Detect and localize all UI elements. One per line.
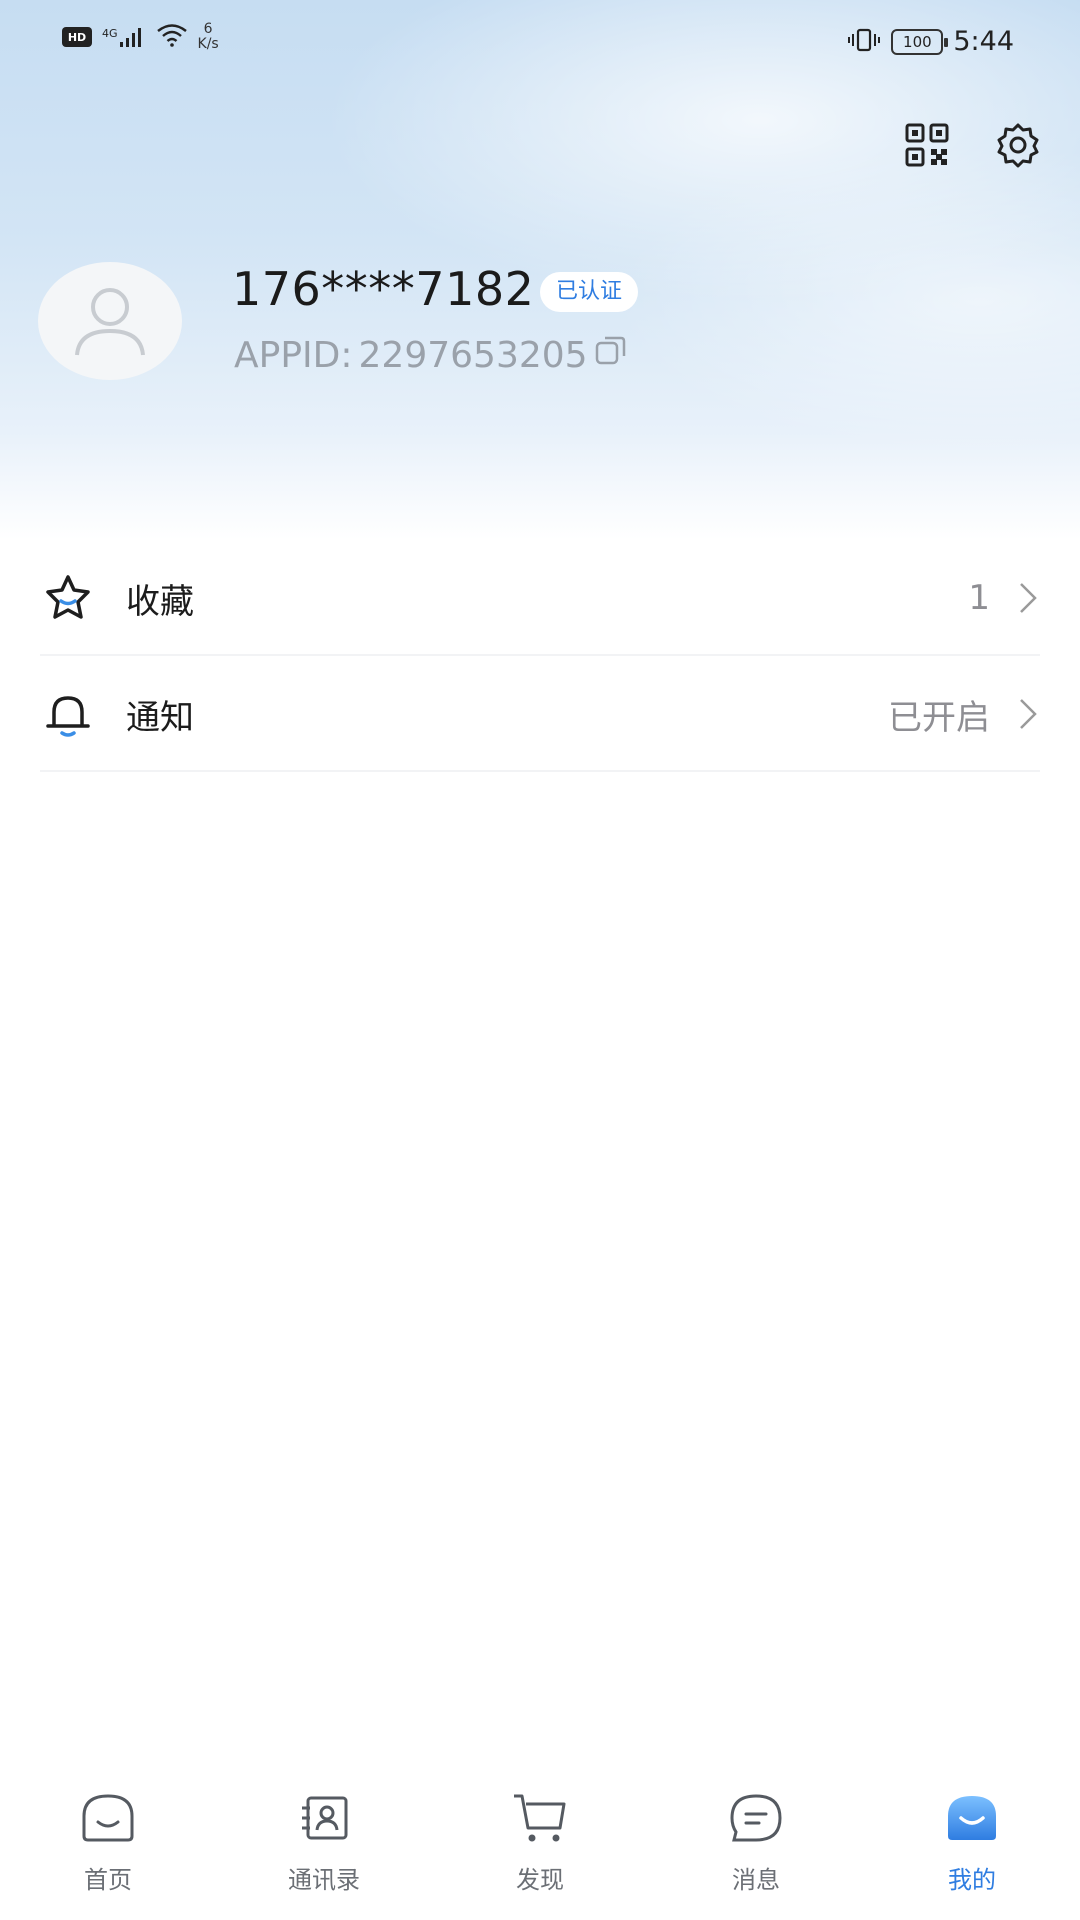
menu-item-right: 1 bbox=[968, 578, 1040, 618]
hd-badge: HD bbox=[62, 27, 92, 47]
speed-unit: K/s bbox=[197, 36, 219, 52]
network-speed: 6 K/s bbox=[198, 22, 219, 52]
menu-item-label: 通知 bbox=[126, 697, 194, 738]
profile-icon bbox=[940, 1786, 1004, 1850]
notification-status: 已开启 bbox=[888, 697, 990, 738]
bottom-nav: 首页 通讯录 发现 消息 我的 bbox=[0, 1770, 1080, 1920]
network-type: 4G bbox=[102, 27, 118, 40]
message-icon bbox=[724, 1786, 788, 1850]
copy-icon[interactable] bbox=[594, 334, 628, 377]
vibrate-icon bbox=[847, 28, 881, 56]
battery-icon: 100 bbox=[891, 28, 949, 55]
divider bbox=[40, 770, 1040, 772]
nav-item-messages[interactable]: 消息 bbox=[686, 1770, 826, 1920]
menu-item-notifications[interactable]: 通知 已开启 bbox=[0, 656, 1080, 772]
bell-icon bbox=[40, 686, 96, 742]
settings-gear-icon[interactable] bbox=[993, 120, 1043, 170]
menu-item-right: 已开启 bbox=[888, 690, 1040, 739]
clock: 5:44 bbox=[953, 26, 1014, 57]
appid-row: APPID: 2297653205 bbox=[234, 334, 628, 377]
verified-badge: 已认证 bbox=[540, 272, 639, 312]
star-icon bbox=[40, 570, 96, 626]
phone-number: 176****7182 bbox=[232, 262, 535, 316]
nav-label: 发现 bbox=[516, 1866, 564, 1894]
appid-value: 2297653205 bbox=[358, 335, 588, 376]
appid-label: APPID: bbox=[234, 335, 353, 376]
chevron-right-icon bbox=[1016, 581, 1040, 615]
wifi-icon bbox=[156, 23, 188, 51]
nav-item-profile[interactable]: 我的 bbox=[902, 1770, 1042, 1920]
user-avatar-icon[interactable] bbox=[38, 262, 182, 380]
nav-label: 首页 bbox=[84, 1866, 132, 1894]
chevron-right-icon bbox=[1016, 697, 1040, 731]
qr-code-icon[interactable] bbox=[902, 120, 952, 170]
nav-item-discover[interactable]: 发现 bbox=[470, 1770, 610, 1920]
profile-screen: HD 4G 6 K/s 100 5:44 176****7182 已认证 APP… bbox=[0, 0, 1080, 1920]
nav-label: 消息 bbox=[732, 1866, 780, 1894]
status-left: HD 4G 6 K/s bbox=[62, 22, 219, 52]
menu-list: 收藏 1 通知 已开启 bbox=[0, 540, 1080, 772]
contacts-icon bbox=[292, 1786, 356, 1850]
nav-item-contacts[interactable]: 通讯录 bbox=[254, 1770, 394, 1920]
menu-item-favorites[interactable]: 收藏 1 bbox=[0, 540, 1080, 656]
nav-label: 我的 bbox=[948, 1866, 996, 1894]
signal-icon: 4G bbox=[102, 27, 146, 47]
menu-item-label: 收藏 bbox=[126, 581, 194, 622]
favorites-count: 1 bbox=[968, 578, 990, 618]
home-icon bbox=[76, 1786, 140, 1850]
cart-icon bbox=[508, 1786, 572, 1850]
status-right: 100 5:44 bbox=[847, 26, 1014, 57]
speed-value: 6 bbox=[203, 21, 213, 37]
status-bar: HD 4G 6 K/s 100 5:44 bbox=[0, 0, 1080, 90]
nav-label: 通讯录 bbox=[288, 1866, 360, 1894]
nav-item-home[interactable]: 首页 bbox=[38, 1770, 178, 1920]
